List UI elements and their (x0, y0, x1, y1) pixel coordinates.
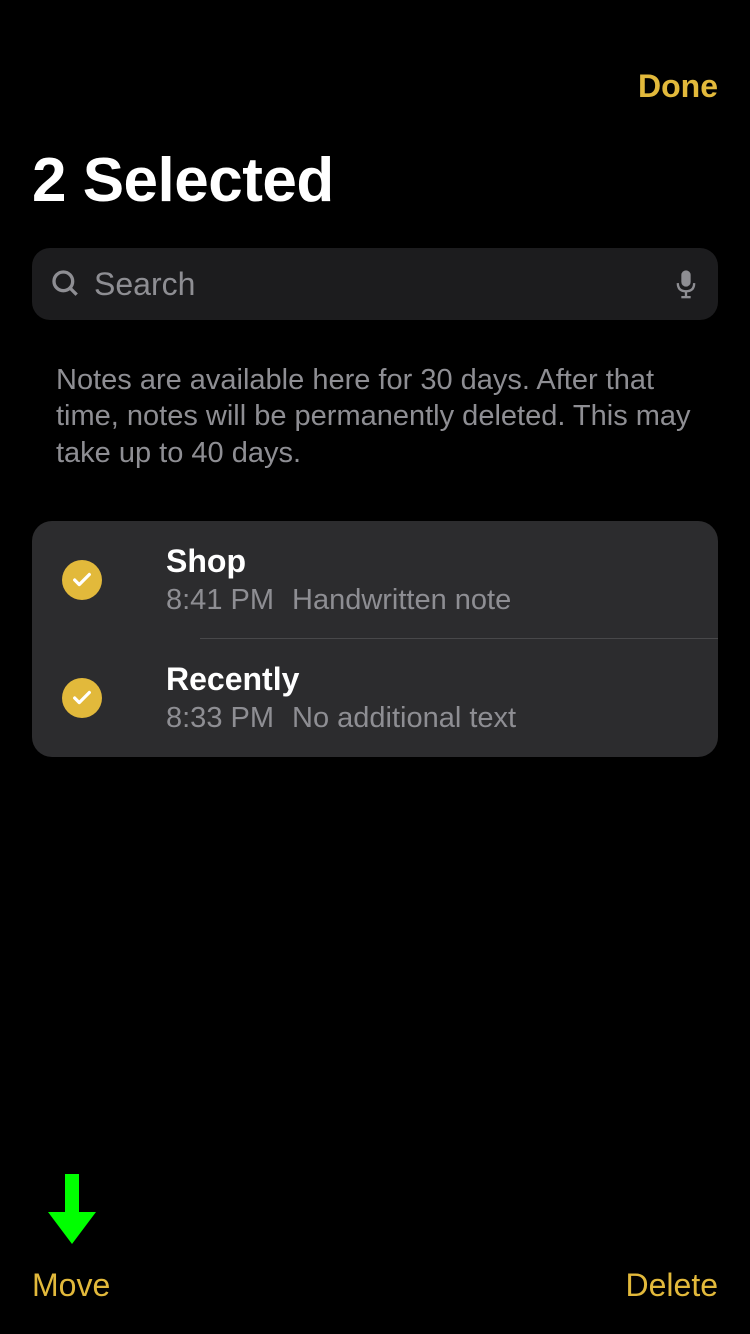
note-item[interactable]: Recently 8:33 PM No additional text (32, 639, 718, 757)
search-field[interactable] (32, 248, 718, 320)
search-icon (50, 268, 82, 300)
bottom-toolbar: Move Delete (0, 1241, 750, 1334)
done-button[interactable]: Done (638, 68, 718, 105)
note-preview: No additional text (292, 702, 516, 735)
move-button[interactable]: Move (32, 1267, 110, 1304)
note-subtitle: 8:41 PM Handwritten note (166, 584, 698, 617)
header-bar: Done (0, 0, 750, 105)
checkmark-selected-icon[interactable] (62, 678, 102, 718)
note-title: Shop (166, 543, 698, 580)
delete-button[interactable]: Delete (626, 1267, 719, 1304)
page-title: 2 Selected (0, 105, 750, 236)
notes-list: Shop 8:41 PM Handwritten note Recently 8… (32, 521, 718, 757)
note-subtitle: 8:33 PM No additional text (166, 702, 698, 735)
info-message: Notes are available here for 30 days. Af… (0, 320, 750, 501)
arrow-down-indicator (48, 1174, 96, 1244)
note-content: Shop 8:41 PM Handwritten note (166, 543, 698, 617)
microphone-icon[interactable] (672, 268, 700, 300)
note-preview: Handwritten note (292, 584, 511, 617)
note-content: Recently 8:33 PM No additional text (166, 661, 698, 735)
note-item[interactable]: Shop 8:41 PM Handwritten note (32, 521, 718, 639)
checkmark-selected-icon[interactable] (62, 560, 102, 600)
note-title: Recently (166, 661, 698, 698)
note-time: 8:41 PM (166, 584, 274, 617)
search-input[interactable] (94, 266, 672, 303)
note-time: 8:33 PM (166, 702, 274, 735)
